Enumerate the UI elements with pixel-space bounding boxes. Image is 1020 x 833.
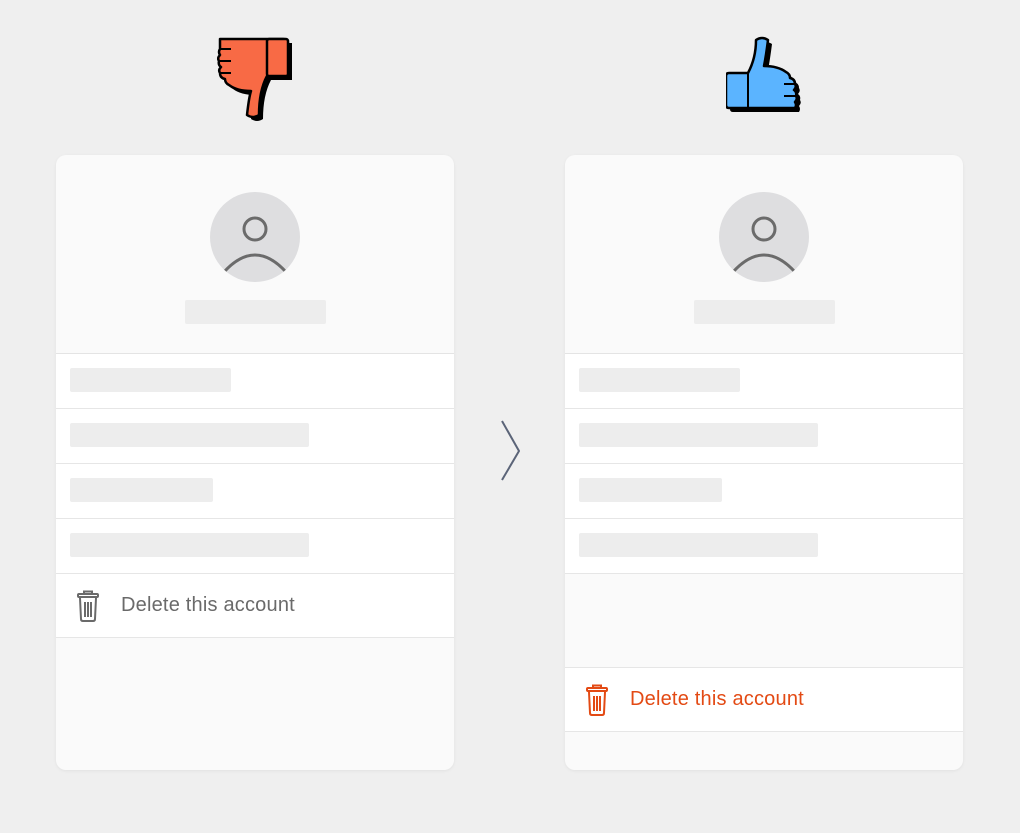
account-panel-before: Delete this account	[56, 155, 454, 770]
profile-header	[56, 155, 454, 354]
user-icon	[719, 192, 809, 282]
list-item	[56, 354, 454, 409]
list-item	[56, 519, 454, 573]
trash-icon	[76, 590, 100, 622]
delete-account-label: Delete this account	[630, 688, 804, 710]
chevron-right-icon	[498, 420, 522, 482]
list-item	[56, 464, 454, 519]
list-item	[565, 519, 963, 574]
delete-account-button[interactable]: Delete this account	[56, 573, 454, 638]
list-item	[565, 409, 963, 464]
list-item	[565, 464, 963, 519]
thumbs-down-icon	[217, 35, 297, 127]
trash-icon	[585, 684, 609, 716]
profile-header	[565, 155, 963, 354]
delete-account-button[interactable]: Delete this account	[565, 667, 963, 732]
name-placeholder	[694, 300, 835, 324]
delete-account-label: Delete this account	[121, 594, 295, 616]
list-item	[565, 354, 963, 409]
user-icon	[210, 192, 300, 282]
account-panel-after: Delete this account	[565, 155, 963, 770]
name-placeholder	[185, 300, 326, 324]
thumbs-up-icon	[726, 36, 806, 128]
list-item	[56, 409, 454, 464]
